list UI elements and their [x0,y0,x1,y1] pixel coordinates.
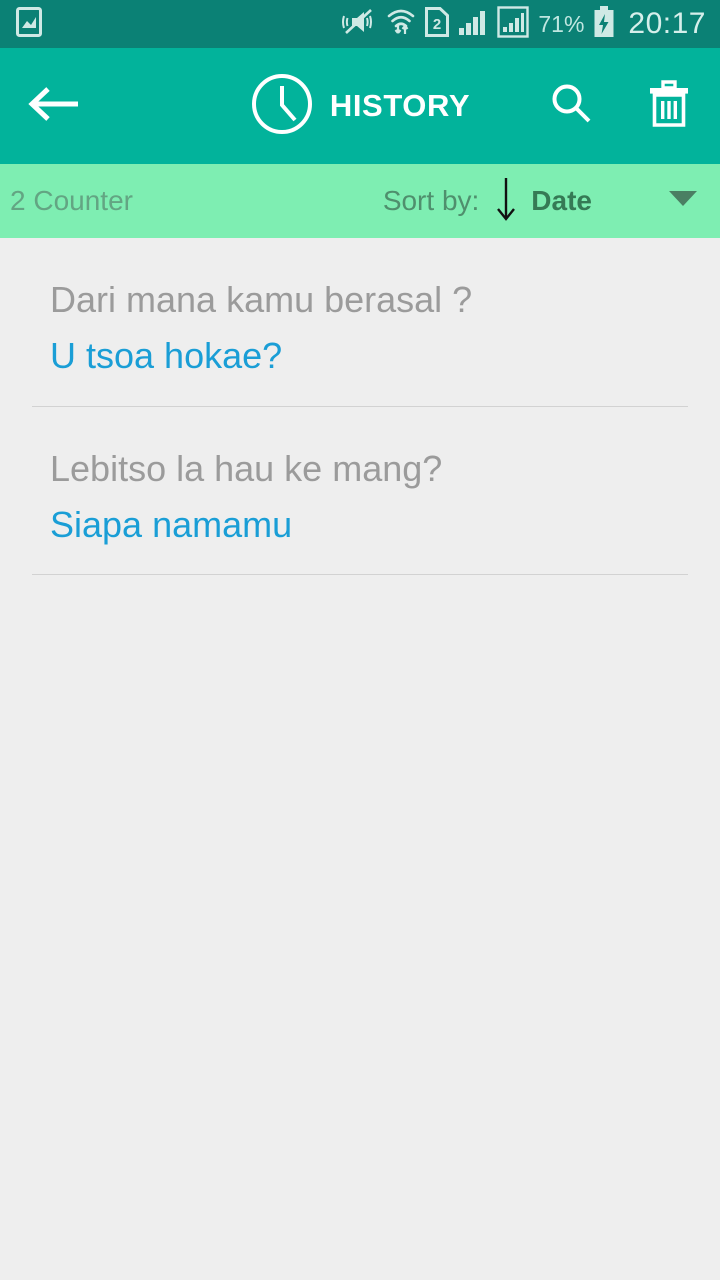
sim2-icon: 2 [425,6,450,42]
app-root: 2 71% 20:17 HISTORY 2 Counter Sort by: D… [0,0,720,1280]
arrow-down-icon[interactable] [495,176,517,227]
image-notification-icon [16,6,42,42]
app-bar-actions [542,77,698,135]
status-bar: 2 71% 20:17 [0,0,720,48]
history-item[interactable]: Lebitso la hau ke mang? Siapa namamu [0,407,720,576]
status-bar-icons: 2 71% 20:17 [341,5,706,43]
arrow-left-icon [28,84,82,129]
sort-bar: 2 Counter Sort by: Date [0,164,720,238]
vibrate-mute-icon [341,7,377,42]
sort-by-label: Sort by: [382,185,480,216]
signal-bars-boxed-icon [497,5,530,43]
history-target-text: Siapa namamu [50,503,293,545]
sort-value-label[interactable]: Date [531,185,592,217]
clock-icon [250,72,314,141]
battery-percent-label: 71% [538,10,585,37]
history-source-text: Lebitso la hau ke mang? [50,447,443,489]
history-source-text: Dari mana kamu berasal ? [50,279,473,320]
battery-charging-icon [593,5,615,43]
search-button[interactable] [542,77,600,135]
history-list: Dari mana kamu berasal ? U tsoa hokae? L… [0,238,720,1280]
page-title: HISTORY [329,88,471,123]
history-item[interactable]: Dari mana kamu berasal ? U tsoa hokae? [0,238,720,407]
svg-text:2: 2 [433,16,441,33]
delete-button[interactable] [640,77,698,135]
sort-control[interactable]: Sort by: Date [383,176,698,227]
signal-bars-icon [458,7,488,42]
caret-down-icon[interactable] [668,190,698,213]
status-bar-notifications [16,6,42,42]
app-bar: HISTORY [0,48,720,164]
search-icon [548,81,594,132]
wifi-transfer-icon [386,7,416,42]
list-divider [32,574,688,576]
history-target-text: U tsoa hokae? [50,335,283,377]
back-button[interactable] [26,77,84,135]
counter-label: 2 Counter [10,185,133,216]
trash-icon [646,78,692,135]
status-clock: 20:17 [628,7,706,40]
